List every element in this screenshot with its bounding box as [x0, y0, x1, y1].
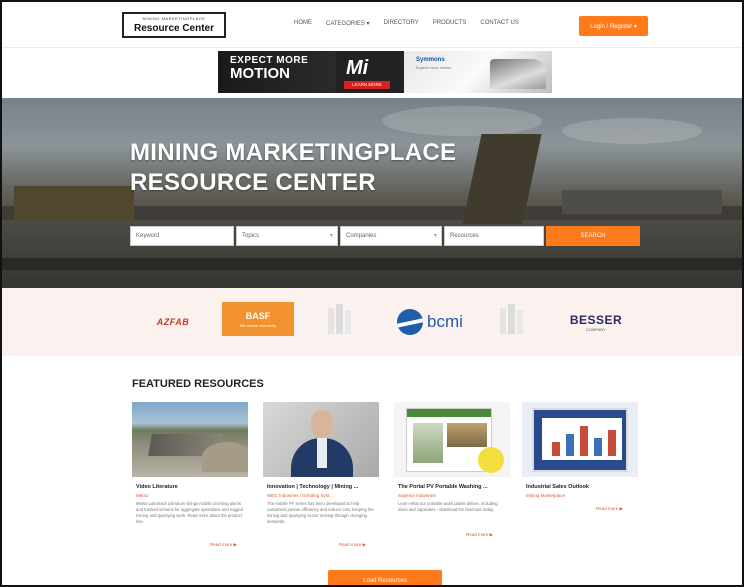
nav-item-products[interactable]: PRODUCTS — [433, 20, 467, 27]
resource-company[interactable]: Superior Industries — [398, 493, 506, 498]
bcmi-logo-text: bcmi — [427, 312, 463, 331]
featured-resources-heading: FEATURED RESOURCES — [132, 378, 264, 390]
bar-chart-image — [542, 418, 622, 460]
resource-thumbnail[interactable] — [263, 402, 379, 477]
brochure-badge-image — [478, 447, 504, 473]
sponsor-logo-besser[interactable]: BESSER COMPANY — [558, 302, 634, 342]
nav-item-home[interactable]: HOME — [294, 20, 312, 27]
nav-item-contact[interactable]: CONTACT US — [480, 20, 518, 27]
hero-title-line-2: RESOURCE CENTER — [130, 169, 376, 196]
chevron-down-icon: ▾ — [433, 233, 437, 239]
logo-title: Resource Center — [133, 23, 215, 34]
resource-company[interactable]: WEG Industries | Grinding Syst... — [267, 493, 375, 498]
resource-description: Learn what our portable wash plants deli… — [398, 501, 498, 512]
nav-item-directory[interactable]: DIRECTORY — [384, 20, 419, 27]
resource-title[interactable]: Video Literature — [136, 484, 244, 490]
ad-mark-panel: Mi LEARN MORE — [336, 51, 404, 93]
logo-tagline: MINING MARKETINGPLACE — [142, 16, 206, 21]
page-frame: MINING MARKETINGPLACE Resource Center HO… — [0, 0, 744, 587]
sponsor-logo-azfab[interactable]: AZFAB — [140, 302, 206, 342]
person-head-image — [311, 410, 333, 438]
hero-title-line-1: MINING MARKETINGPLACE — [130, 139, 457, 166]
building-icon — [500, 304, 523, 334]
person-shirt-image — [317, 438, 327, 468]
banner-ad[interactable]: EXPECT MORE MOTION Mi LEARN MORE Symmons… — [218, 51, 552, 93]
hero-title: MINING MARKETINGPLACE RESOURCE CENTER — [130, 138, 456, 198]
ad-brand-mark: Mi — [346, 57, 369, 79]
chevron-down-icon: ▾ — [329, 233, 333, 239]
bcmi-globe-icon — [397, 309, 424, 335]
basf-logo-text: BASF — [245, 310, 271, 321]
sponsor-logos-strip: AZFAB BASF We create chemistry bcmi BESS… — [2, 288, 742, 356]
resource-description: The mobile PF series has been developed … — [267, 501, 374, 524]
stockpile-image — [202, 442, 248, 472]
brochure-photo-1 — [413, 423, 443, 463]
site-header: MINING MARKETINGPLACE Resource Center HO… — [2, 2, 742, 48]
azfab-logo-text: AZFAB — [156, 317, 190, 327]
resource-card[interactable]: Innovation | Technology | Mining ... WEG… — [263, 402, 379, 552]
ad-brand-sub: Expect more motion — [416, 65, 452, 70]
ad-line-2: MOTION — [230, 65, 290, 82]
ad-cta-button[interactable]: LEARN MORE — [344, 81, 390, 89]
basf-logo-sub: We create chemistry — [239, 322, 277, 328]
companies-select-label: Companies — [346, 233, 377, 239]
resource-title[interactable]: Innovation | Technology | Mining ... — [267, 484, 375, 490]
building-icon — [328, 304, 351, 334]
nav-item-categories[interactable]: CATEGORIES ▾ — [326, 20, 370, 27]
resource-title[interactable]: Industrial Sales Outlook — [526, 484, 634, 490]
read-more-link[interactable]: Read more ▶ — [466, 532, 493, 538]
ad-brand-name: Symmons — [416, 57, 445, 63]
site-logo[interactable]: MINING MARKETINGPLACE Resource Center — [122, 12, 226, 38]
keyword-input[interactable]: Keyword — [130, 226, 234, 246]
brochure-header-bar — [407, 409, 491, 417]
load-resources-button[interactable]: Load Resources — [328, 570, 442, 585]
read-more-link[interactable]: Read more ▶ — [596, 506, 623, 512]
resources-select[interactable]: Resources — [444, 226, 544, 246]
read-more-link[interactable]: Read more ▶ — [210, 542, 237, 548]
monitor-image — [532, 408, 628, 472]
resources-select-label: Resources — [450, 233, 479, 239]
login-register-button[interactable]: Login / Register ▾ — [579, 16, 648, 36]
sponsor-logo-placeholder-2[interactable] — [494, 302, 530, 336]
sponsor-logo-placeholder-1[interactable] — [322, 302, 358, 336]
resource-thumbnail[interactable] — [394, 402, 510, 477]
sponsor-logo-basf[interactable]: BASF We create chemistry — [222, 302, 294, 336]
resource-card[interactable]: Video Literature Metso Metso Lokotrack L… — [132, 402, 248, 552]
resource-description: Metso Lokotrack Literature brings mobile… — [136, 501, 243, 524]
search-button[interactable]: SEARCH — [546, 226, 640, 246]
main-nav: HOME CATEGORIES ▾ DIRECTORY PRODUCTS CON… — [294, 20, 519, 27]
resource-company[interactable]: Metso — [136, 493, 244, 498]
besser-logo-sub: COMPANY — [586, 326, 606, 332]
resource-card[interactable]: The Portal PV Portable Washing ... Super… — [394, 402, 510, 552]
resource-card[interactable]: Industrial Sales Outlook Mining Marketpl… — [522, 402, 638, 552]
ad-product-panel: Symmons Expect more motion — [404, 51, 552, 93]
ad-headline: EXPECT MORE MOTION — [218, 51, 336, 93]
sponsor-logo-bcmi[interactable]: bcmi — [390, 302, 470, 342]
ad-product-image — [490, 59, 546, 89]
companies-select[interactable]: Companies ▾ — [340, 226, 442, 246]
resource-company[interactable]: Mining Marketplace — [526, 493, 634, 498]
keyword-placeholder: Keyword — [136, 233, 160, 239]
hero-section: MINING MARKETINGPLACE RESOURCE CENTER Ke… — [2, 98, 742, 288]
read-more-link[interactable]: Read more ▶ — [339, 542, 366, 548]
resource-thumbnail[interactable] — [132, 402, 248, 477]
besser-logo-text: BESSER — [569, 312, 623, 327]
brochure-photo-2 — [447, 423, 487, 447]
topics-select-label: Topics — [242, 233, 260, 239]
resource-thumbnail[interactable] — [522, 402, 638, 477]
resource-title[interactable]: The Portal PV Portable Washing ... — [398, 484, 506, 490]
topics-select[interactable]: Topics ▾ — [236, 226, 338, 246]
